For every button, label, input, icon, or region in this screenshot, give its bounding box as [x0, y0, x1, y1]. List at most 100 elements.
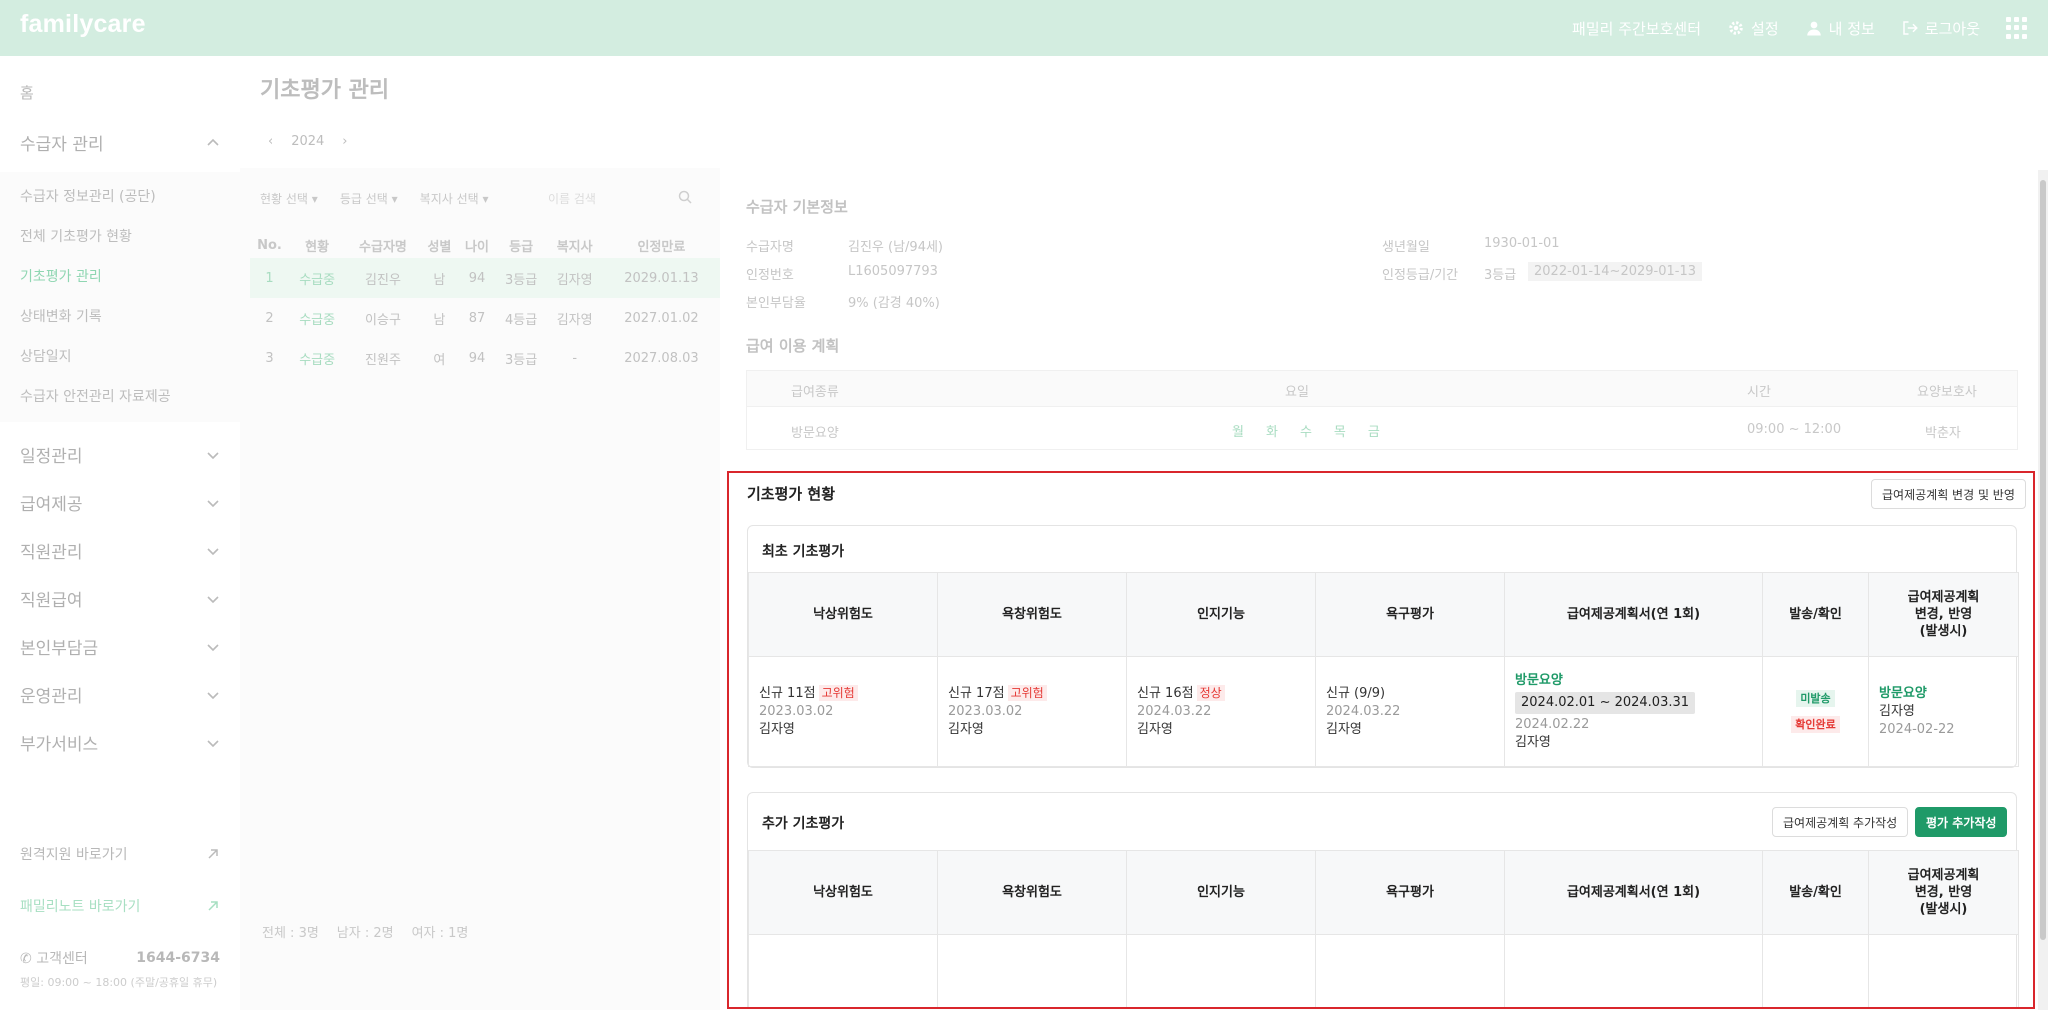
logo[interactable]: familycare	[20, 10, 146, 39]
page-scrollbar-thumb[interactable]	[2040, 180, 2046, 940]
plan-type-link[interactable]: 방문요양	[1515, 672, 1752, 690]
benefit-plan-title: 급여 이용 계획	[746, 337, 840, 355]
col-change-label: 급여제공계획 변경, 반영 (발생시)	[1907, 590, 1980, 639]
settings-link[interactable]: 설정	[1727, 18, 1779, 39]
sidebar-section-label: 일정관리	[20, 447, 83, 467]
sidebar-section-label: 운영관리	[20, 687, 83, 707]
day-tue: 화	[1265, 425, 1278, 440]
cell-worker: 김자영	[546, 258, 603, 298]
col-cognitive: 인지기능	[1126, 850, 1316, 935]
family-note-label: 패밀리노트 바로가기	[20, 899, 141, 915]
table-row[interactable]: 2 수급중 이승구 남 87 4등급 김자영 2027.01.02	[250, 298, 720, 338]
cell-worker: -	[572, 350, 578, 366]
grade-value: 3등급	[1484, 268, 1517, 283]
grade-label: 인정등급/기간	[1382, 268, 1459, 283]
search-icon[interactable]	[678, 190, 692, 204]
col-expiry: 인정만료	[637, 239, 686, 255]
fall-risk-cell[interactable]: 신규 11점 고위험 2023.03.02 김자영	[748, 656, 938, 767]
cell-age: 94	[468, 350, 486, 366]
col-age: 나이	[465, 239, 489, 255]
cell-no: 1	[250, 258, 289, 298]
center-name: 패밀리 주간보호센터	[1572, 18, 1701, 39]
next-year-icon[interactable]: ›	[342, 134, 347, 149]
sidebar-section-operation[interactable]: 운영관리	[20, 682, 220, 707]
family-note-link[interactable]: 패밀리노트 바로가기	[20, 896, 220, 916]
cognitive-assessor: 김자영	[1137, 722, 1173, 737]
table-row: - - - - - - -	[748, 934, 2019, 1007]
table-row[interactable]: 3 수급중 진원주 여 94 3등급 - 2027.08.03	[250, 338, 720, 378]
worker-filter[interactable]: 복지사 선택 ▾	[420, 190, 489, 207]
pressure-level-badge: 고위험	[1007, 685, 1047, 701]
chevron-down-icon	[207, 499, 219, 507]
sidebar-section-addon[interactable]: 부가서비스	[20, 730, 220, 755]
add-plan-button[interactable]: 급여제공계획 추가작성	[1772, 807, 1909, 837]
add-evaluation-button[interactable]: 평가 추가작성	[1915, 807, 2008, 837]
sidebar-section-label: 직원급여	[20, 591, 83, 611]
pressure-assessor: 김자영	[948, 722, 984, 737]
cognitive-level-badge: 정상	[1196, 685, 1225, 701]
my-info-link[interactable]: 내 정보	[1805, 18, 1875, 39]
confirmed-badge[interactable]: 확인완료	[1791, 715, 1840, 733]
id-value: L1605097793	[848, 264, 938, 279]
settings-label: 설정	[1751, 19, 1779, 38]
pressure-score: 신규 17점	[948, 686, 1005, 701]
support-center-text: 고객센터	[36, 951, 88, 967]
sidebar-item-status-change[interactable]: 상태변화 기록	[20, 306, 102, 326]
col-pressure-risk: 욕창위험도	[937, 850, 1127, 935]
sidebar-item-assessment-mgmt[interactable]: 기초평가 관리	[20, 266, 102, 286]
table-row[interactable]: 1 수급중 김진우 남 94 3등급 김자영 2029.01.13	[250, 258, 720, 298]
day-wed: 수	[1299, 425, 1312, 440]
sidebar-item-all-assessments[interactable]: 전체 기초평가 현황	[20, 226, 132, 246]
initial-assessment-card: 최초 기초평가 낙상위험도 욕창위험도 인지기능 욕구평가 급여제공계획서(연 …	[747, 525, 2019, 768]
change-type-link[interactable]: 방문요양	[1879, 685, 2008, 703]
empty-cell: -	[1504, 934, 1763, 1007]
cell-grade: 4등급	[505, 312, 538, 328]
sidebar-item-consult-log[interactable]: 상담일지	[20, 346, 72, 366]
status-filter[interactable]: 현황 선택 ▾	[260, 190, 318, 207]
sidebar-section-staff[interactable]: 직원관리	[20, 538, 220, 563]
change-plan-button[interactable]: 급여제공계획 변경 및 반영	[1871, 479, 2026, 509]
sidebar-item-safety-data[interactable]: 수급자 안전관리 자료제공	[20, 386, 171, 406]
table-header-row: 낙상위험도 욕창위험도 인지기능 욕구평가 급여제공계획서(연 1회) 발송/확…	[748, 850, 2019, 935]
initial-assessment-table: 낙상위험도 욕창위험도 인지기능 욕구평가 급여제공계획서(연 1회) 발송/확…	[748, 572, 2019, 767]
sidebar-section-copay[interactable]: 본인부담금	[20, 634, 220, 659]
prev-year-icon[interactable]: ‹	[268, 134, 273, 149]
empty-cell: -	[1315, 934, 1505, 1007]
sidebar-section-recipient[interactable]: 수급자 관리	[20, 130, 220, 155]
needs-cell[interactable]: 신규 (9/9) 2024.03.22 김자영	[1315, 656, 1505, 767]
apps-grid-icon[interactable]	[2006, 17, 2028, 39]
col-status: 현황	[305, 239, 330, 255]
sidebar-section-benefit[interactable]: 급여제공	[20, 490, 220, 515]
count-total: 전체 : 3명	[262, 926, 319, 941]
col-send: 발송/확인	[1762, 572, 1869, 657]
cell-gender: 남	[420, 258, 459, 298]
empty-cell: -	[1126, 934, 1316, 1007]
cell-status: 수급중	[299, 352, 336, 368]
col-fall-risk: 낙상위험도	[748, 850, 938, 935]
empty-cell: -	[1868, 934, 2019, 1007]
search-input[interactable]: 이름 검색	[548, 190, 596, 207]
day-mon: 월	[1232, 425, 1244, 440]
top-header: familycare 패밀리 주간보호센터 설정 내 정보 로그아웃	[0, 0, 2048, 56]
sidebar-section-schedule[interactable]: 일정관리	[20, 442, 220, 467]
sidebar-item-recipient-info[interactable]: 수급자 정보관리 (공단)	[20, 186, 156, 206]
pressure-risk-cell[interactable]: 신규 17점 고위험 2023.03.02 김자영	[937, 656, 1127, 767]
sidebar-section-label: 수급자 관리	[20, 135, 104, 155]
unsent-badge[interactable]: 미발송	[1796, 689, 1835, 707]
grade-period: 2022-01-14~2029-01-13	[1528, 262, 1702, 281]
status-filter-label: 현황 선택	[260, 192, 308, 206]
logout-link[interactable]: 로그아웃	[1901, 18, 1980, 39]
cognitive-date: 2024.03.22	[1137, 704, 1212, 719]
sidebar-section-label: 급여제공	[20, 495, 83, 515]
sidebar-section-label: 직원관리	[20, 543, 83, 563]
needs-assessor: 김자영	[1326, 721, 1362, 737]
sidebar-section-payroll[interactable]: 직원급여	[20, 586, 220, 611]
grade-filter[interactable]: 등급 선택 ▾	[340, 190, 398, 207]
plan-cell[interactable]: 방문요양 2024.02.01 ~ 2024.03.31 2024.02.22 …	[1504, 656, 1763, 767]
change-cell[interactable]: 방문요양 김자영 2024-02-22	[1868, 656, 2019, 767]
chevron-down-icon	[207, 547, 219, 555]
cognitive-cell[interactable]: 신규 16점 정상 2024.03.22 김자영	[1126, 656, 1316, 767]
table-header-row: No. 현황 수급자명 성별 나이 등급 복지사 인정만료	[250, 232, 720, 258]
remote-support-link[interactable]: 원격지원 바로가기	[20, 844, 220, 864]
sidebar-item-home[interactable]: 홈	[20, 82, 34, 103]
